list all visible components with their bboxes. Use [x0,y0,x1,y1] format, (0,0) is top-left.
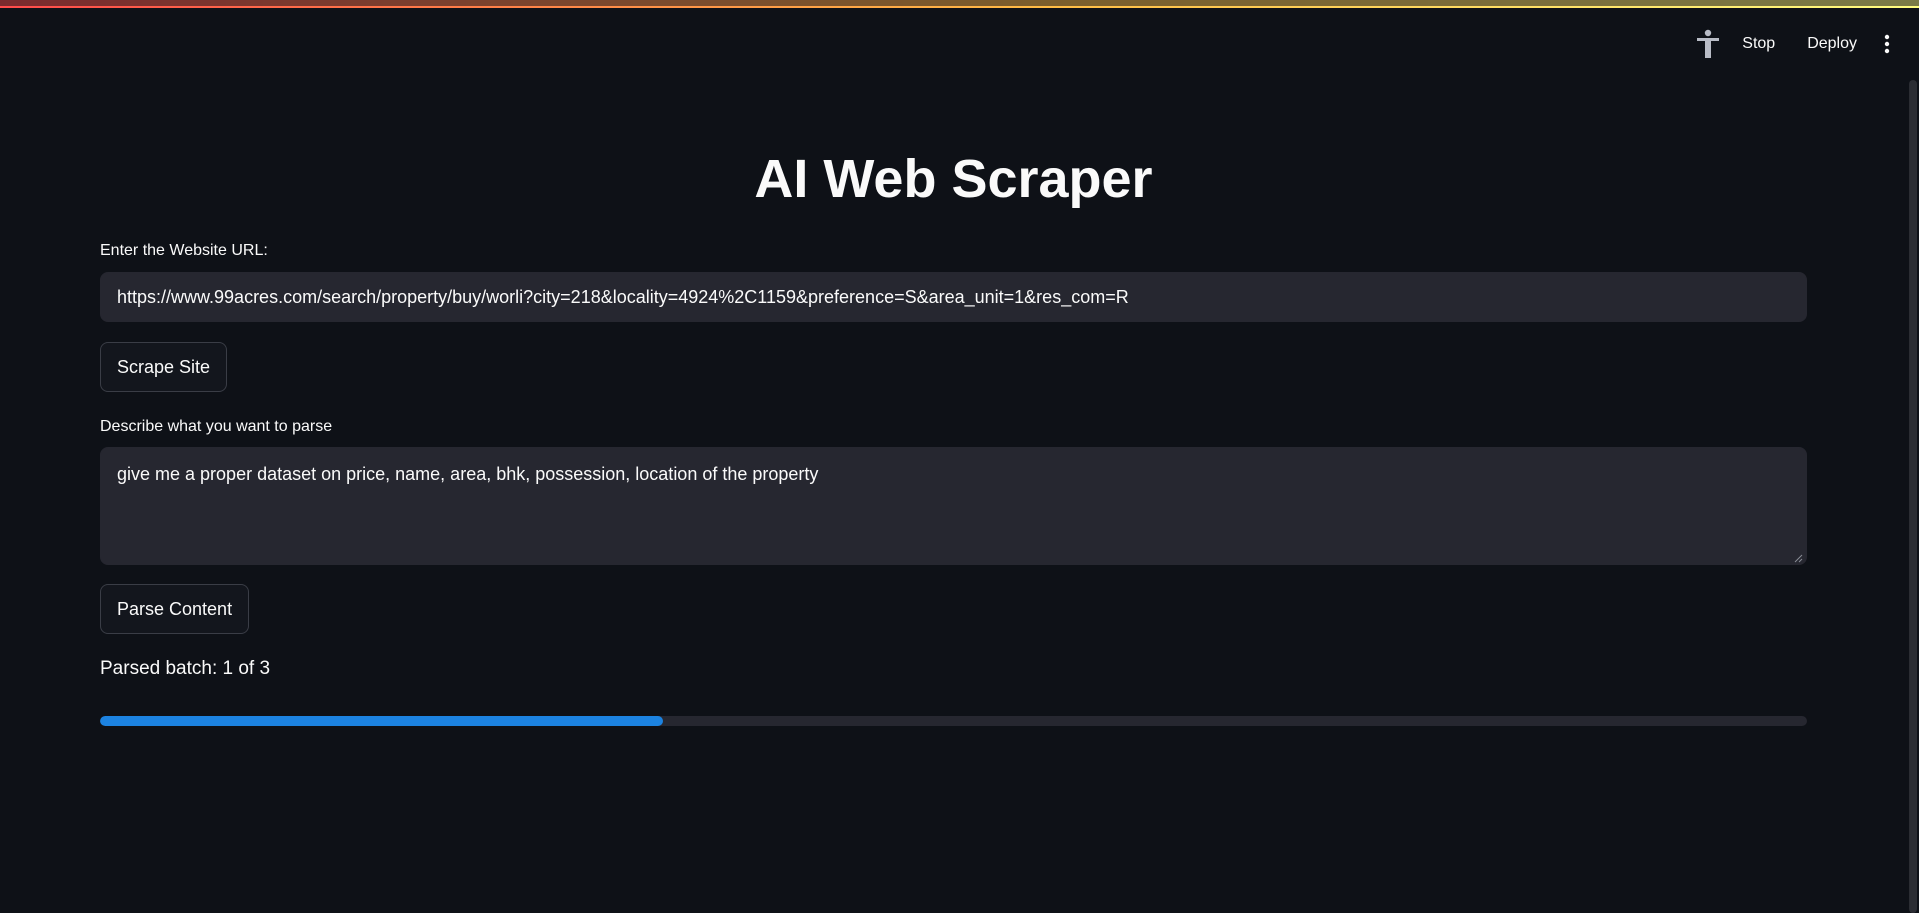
url-label: Enter the Website URL: [100,242,268,259]
progress-bar [100,716,1807,726]
parse-description-label: Describe what you want to parse [100,418,333,435]
url-input[interactable] [100,272,1807,322]
app-toolbar: Stop Deploy [1690,26,1901,62]
accessibility-icon[interactable] [1690,26,1726,62]
parse-description-textarea[interactable] [100,447,1807,565]
page-title: AI Web Scraper [754,149,1153,209]
scrape-site-button[interactable]: Scrape Site [100,342,228,392]
deploy-button[interactable]: Deploy [1791,35,1873,53]
kebab-menu-icon[interactable] [1873,26,1901,62]
stop-button[interactable]: Stop [1726,35,1791,53]
top-decoration-shade [0,0,1919,6]
parse-status-text: Parsed batch: 1 of 3 [100,658,271,679]
resize-handle-icon[interactable] [1793,553,1803,563]
page-scrollbar[interactable] [1909,80,1917,913]
parse-content-button[interactable]: Parse Content [100,584,250,634]
progress-bar-fill [100,716,664,726]
